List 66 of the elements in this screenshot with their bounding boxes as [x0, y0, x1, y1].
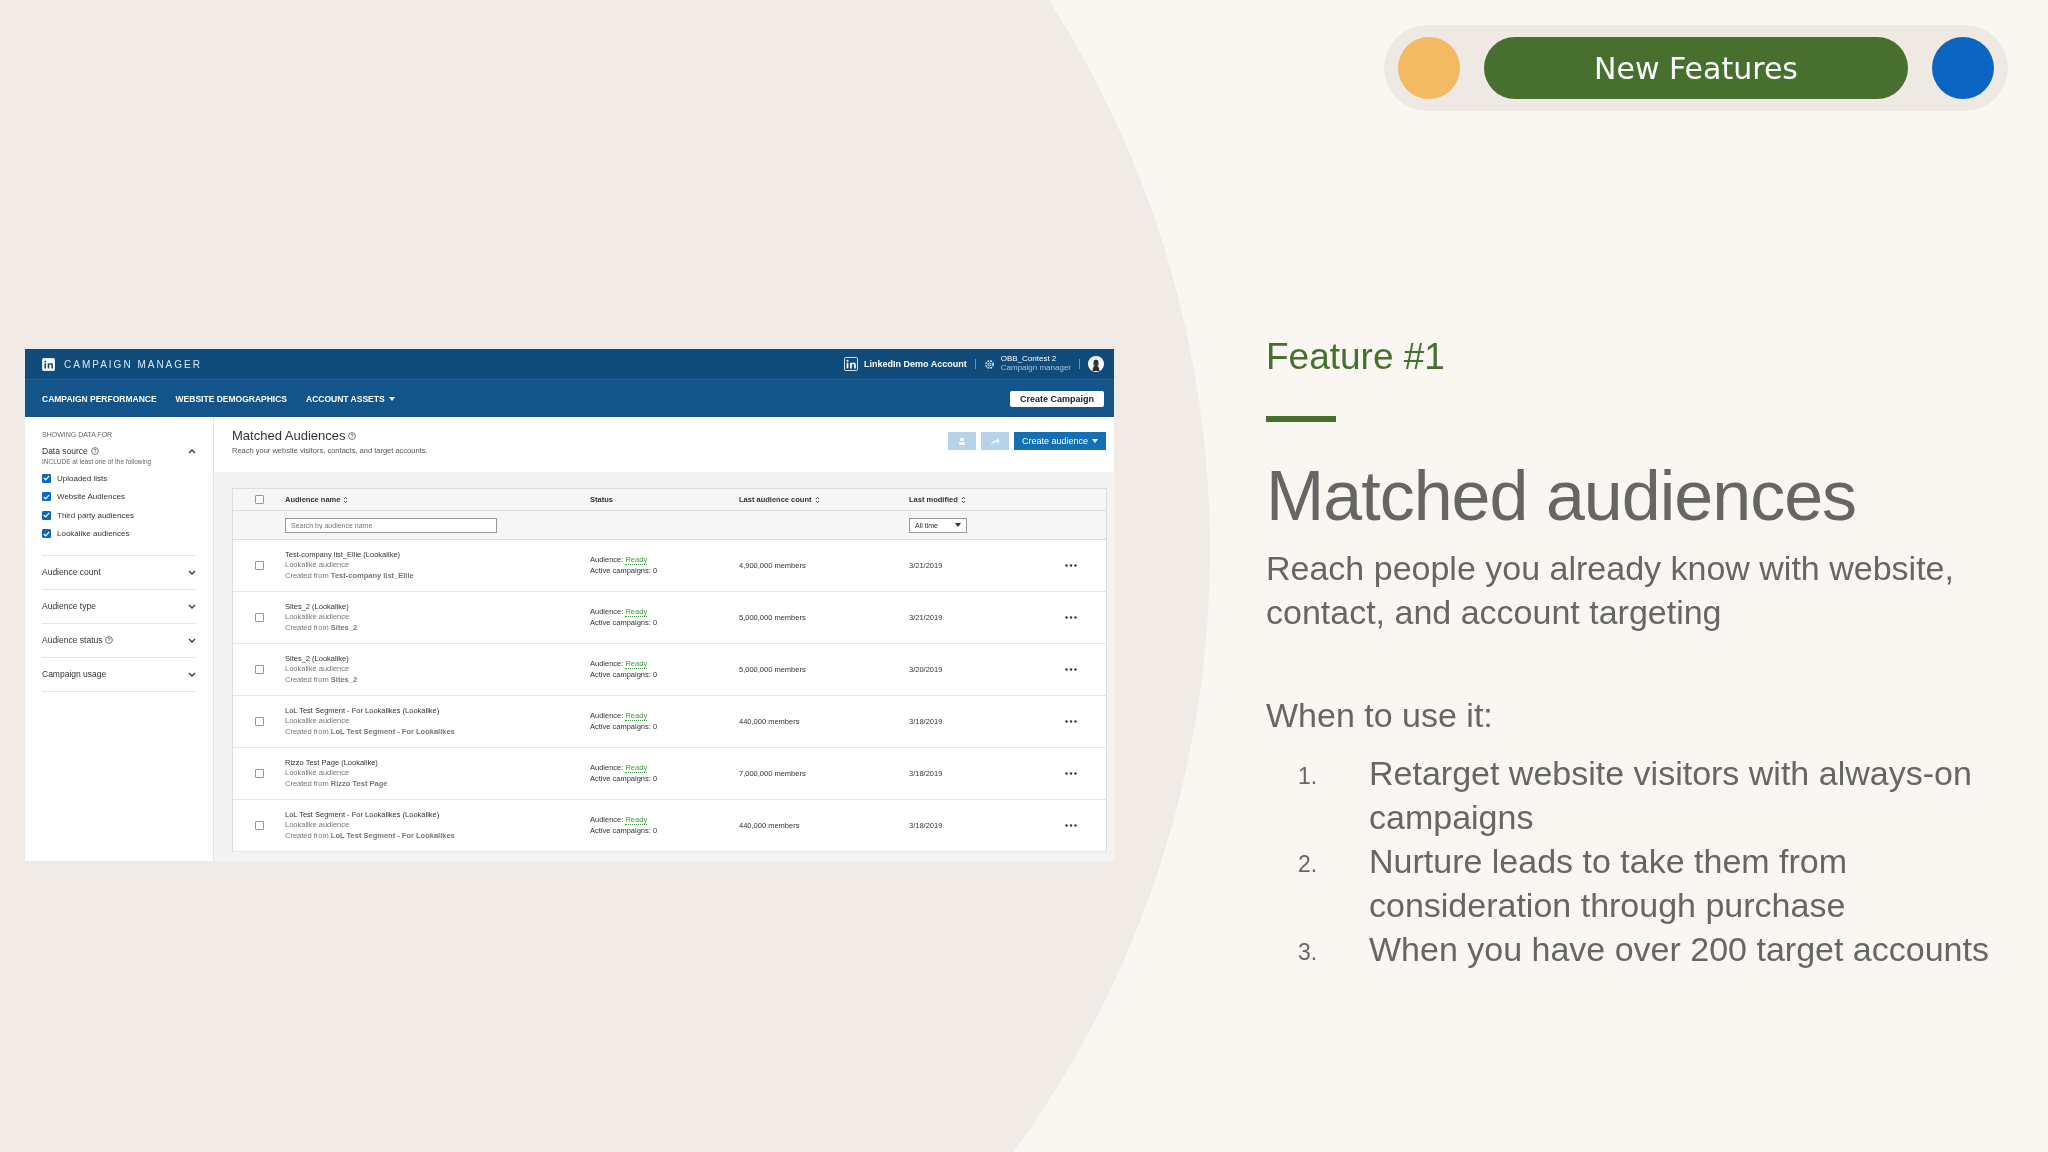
list-number: 2.: [1297, 850, 1319, 879]
more-icon[interactable]: [1065, 616, 1077, 619]
sort-icon[interactable]: [960, 495, 966, 504]
create-campaign-button[interactable]: Create Campaign: [1009, 390, 1104, 407]
nav-link[interactable]: CAMPAIGN PERFORMANCE: [42, 393, 157, 404]
row-checkbox[interactable]: [254, 769, 264, 778]
account-name[interactable]: LinkedIn Demo Account: [864, 359, 967, 369]
feature-title: Matched audiences: [1266, 456, 1858, 536]
checkbox-label[interactable]: Uploaded lists: [57, 473, 108, 483]
chevron-down-icon[interactable]: [188, 637, 196, 643]
checkbox[interactable]: [42, 492, 51, 502]
list-number: 3.: [1297, 938, 1319, 967]
filter-label[interactable]: Audience type: [42, 601, 96, 611]
list-number: 1.: [1297, 762, 1319, 791]
nav-link[interactable]: ACCOUNT ASSETS: [306, 393, 395, 404]
checkbox[interactable]: [42, 529, 51, 539]
more-icon[interactable]: [1065, 564, 1077, 567]
help-icon[interactable]: [348, 431, 357, 440]
sort-icon[interactable]: [343, 495, 349, 504]
avatar-icon[interactable]: [1088, 356, 1104, 372]
product-name: CAMPAIGN MANAGER: [64, 358, 202, 370]
use-case-text: Retarget website visitors with always-on campaigns: [1369, 753, 1973, 838]
checkbox[interactable]: [42, 473, 51, 483]
linkedin-logo-icon: [42, 357, 55, 371]
checkbox[interactable]: [42, 510, 51, 520]
row-checkbox[interactable]: [254, 717, 264, 726]
filter-label[interactable]: Audience count: [42, 567, 101, 577]
use-case-text: Nurture leads to take them from consideration through purchase: [1369, 841, 1849, 926]
more-icon[interactable]: [1065, 668, 1077, 671]
more-icon[interactable]: [1065, 720, 1077, 723]
help-icon[interactable]: [90, 447, 99, 455]
download-icon: [956, 436, 967, 446]
chevron-down-icon[interactable]: [188, 671, 196, 677]
checkbox-label[interactable]: Lookalike audiences: [57, 529, 130, 539]
user-role: Campaign manager: [1000, 364, 1071, 373]
sort-icon[interactable]: [814, 495, 820, 504]
filter-label[interactable]: Campaign usage: [42, 669, 107, 679]
settings-icon[interactable]: [983, 358, 995, 370]
feature-subtitle: Reach people you already know with website, contact, and account targeting: [1266, 548, 1955, 633]
use-case-text: When you have over 200 target accounts: [1369, 929, 1990, 970]
section-label: New Features: [1484, 37, 1908, 99]
page-title: Matched Audiences: [232, 428, 346, 443]
user-name: OBB_Contest 2: [1000, 355, 1058, 364]
more-icon[interactable]: [1065, 772, 1077, 775]
use-cases-heading: When to use it:: [1266, 696, 1494, 735]
create-audience-button[interactable]: Create audience: [1013, 432, 1106, 450]
checkbox-label[interactable]: Website Audiences: [57, 492, 125, 502]
chevron-down-icon[interactable]: [188, 569, 196, 575]
filter-label[interactable]: Audience status: [42, 635, 103, 645]
select-all-checkbox[interactable]: [254, 495, 264, 504]
checkbox-label[interactable]: Third party audiences: [57, 510, 134, 520]
caret-icon: [1092, 439, 1098, 443]
caret-icon: [955, 523, 961, 527]
nav-link[interactable]: WEBSITE DEMOGRAPHICS: [175, 393, 288, 404]
share-icon: [989, 436, 1000, 446]
linkedin-logo-icon: [844, 357, 859, 371]
more-icon[interactable]: [1065, 824, 1077, 827]
filter-label[interactable]: Data source: [42, 446, 88, 456]
feature-label: Feature #1: [1266, 336, 1446, 378]
row-checkbox[interactable]: [254, 613, 264, 622]
row-checkbox[interactable]: [254, 821, 264, 830]
chevron-up-icon[interactable]: [188, 448, 196, 454]
help-icon[interactable]: [105, 636, 114, 644]
row-checkbox[interactable]: [254, 665, 264, 674]
row-checkbox[interactable]: [254, 561, 264, 570]
chevron-down-icon[interactable]: [188, 603, 196, 609]
